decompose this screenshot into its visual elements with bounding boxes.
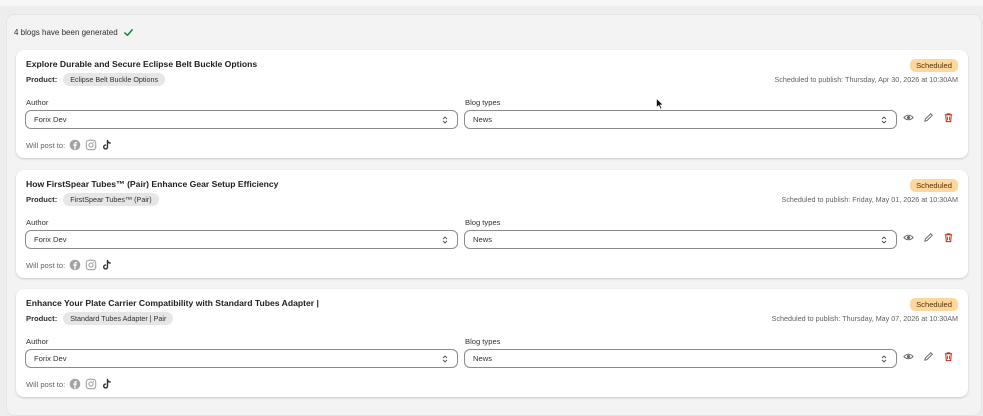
- trash-icon[interactable]: [943, 232, 954, 243]
- tiktok-icon[interactable]: [101, 378, 113, 390]
- mouse-cursor-icon: [656, 98, 664, 110]
- status-badge: Scheduled: [910, 179, 958, 192]
- blog-types-label: Blog types: [465, 98, 501, 107]
- pencil-icon[interactable]: [923, 232, 934, 243]
- product-row: Product: Standard Tubes Adapter | Pair: [26, 312, 174, 325]
- product-chip: Eclipse Belt Buckle Options: [63, 73, 166, 86]
- trash-icon[interactable]: [943, 112, 954, 123]
- tiktok-icon[interactable]: [101, 139, 113, 151]
- blog-card: Explore Durable and Secure Eclipse Belt …: [16, 50, 968, 158]
- blog-type-select[interactable]: News: [464, 349, 897, 368]
- schedule-text: Scheduled to publish: Thursday, May 07, …: [771, 314, 958, 323]
- generation-status: 4 blogs have been generated: [14, 27, 134, 38]
- eye-icon[interactable]: [903, 112, 914, 123]
- author-select[interactable]: Forix Dev: [25, 349, 458, 368]
- blog-type-value: News: [473, 354, 492, 363]
- select-chevron-icon: [881, 235, 887, 244]
- check-icon: [123, 29, 133, 36]
- author-value: Forix Dev: [34, 235, 67, 244]
- product-row: Product: Eclipse Belt Buckle Options: [26, 73, 166, 86]
- status-text: 4 blogs have been generated: [14, 28, 118, 37]
- author-label: Author: [26, 337, 49, 346]
- card-actions: [903, 112, 954, 123]
- schedule-text: Scheduled to publish: Thursday, Apr 30, …: [774, 75, 958, 84]
- card-actions: [903, 232, 954, 243]
- select-chevron-icon: [881, 354, 887, 363]
- blog-title: Enhance Your Plate Carrier Compatibility…: [26, 298, 319, 308]
- author-value: Forix Dev: [34, 354, 67, 363]
- blog-types-label: Blog types: [465, 337, 501, 346]
- product-label: Product:: [26, 195, 58, 204]
- will-post-label: Will post to:: [26, 140, 66, 150]
- status-badge: Scheduled: [910, 298, 958, 311]
- blog-type-value: News: [473, 115, 492, 124]
- facebook-icon[interactable]: [69, 259, 81, 271]
- blog-type-select[interactable]: News: [464, 230, 897, 249]
- instagram-icon[interactable]: [85, 378, 97, 390]
- top-strip: [0, 0, 983, 6]
- status-badge: Scheduled: [910, 59, 958, 72]
- blog-type-select[interactable]: News: [464, 110, 897, 129]
- trash-icon[interactable]: [943, 351, 954, 362]
- author-select[interactable]: Forix Dev: [25, 230, 458, 249]
- product-row: Product: FirstSpear Tubes™ (Pair): [26, 193, 159, 206]
- blog-title: Explore Durable and Secure Eclipse Belt …: [26, 59, 258, 69]
- schedule-text: Scheduled to publish: Friday, May 01, 20…: [781, 195, 958, 204]
- facebook-icon[interactable]: [69, 378, 81, 390]
- card-actions: [903, 351, 954, 362]
- instagram-icon[interactable]: [85, 139, 97, 151]
- select-chevron-icon: [881, 115, 887, 124]
- select-chevron-icon: [442, 115, 448, 124]
- pencil-icon[interactable]: [923, 351, 934, 362]
- post-to-row: Will post to:: [26, 139, 113, 151]
- blog-type-value: News: [473, 235, 492, 244]
- author-value: Forix Dev: [34, 115, 67, 124]
- instagram-icon[interactable]: [85, 259, 97, 271]
- select-chevron-icon: [442, 235, 448, 244]
- pencil-icon[interactable]: [923, 112, 934, 123]
- product-label: Product:: [26, 314, 58, 323]
- product-chip: FirstSpear Tubes™ (Pair): [63, 193, 159, 206]
- product-label: Product:: [26, 75, 58, 84]
- author-label: Author: [26, 98, 49, 107]
- facebook-icon[interactable]: [69, 139, 81, 151]
- eye-icon[interactable]: [903, 351, 914, 362]
- select-chevron-icon: [442, 354, 448, 363]
- author-select[interactable]: Forix Dev: [25, 110, 458, 129]
- will-post-label: Will post to:: [26, 260, 66, 270]
- product-chip: Standard Tubes Adapter | Pair: [63, 312, 174, 325]
- tiktok-icon[interactable]: [101, 259, 113, 271]
- blog-types-label: Blog types: [465, 218, 501, 227]
- will-post-label: Will post to:: [26, 379, 66, 389]
- blog-title: How FirstSpear Tubes™ (Pair) Enhance Gea…: [26, 179, 279, 189]
- eye-icon[interactable]: [903, 232, 914, 243]
- author-label: Author: [26, 218, 49, 227]
- blog-card: Enhance Your Plate Carrier Compatibility…: [16, 289, 968, 397]
- blog-card: How FirstSpear Tubes™ (Pair) Enhance Gea…: [16, 170, 968, 278]
- post-to-row: Will post to:: [26, 259, 113, 271]
- post-to-row: Will post to:: [26, 378, 113, 390]
